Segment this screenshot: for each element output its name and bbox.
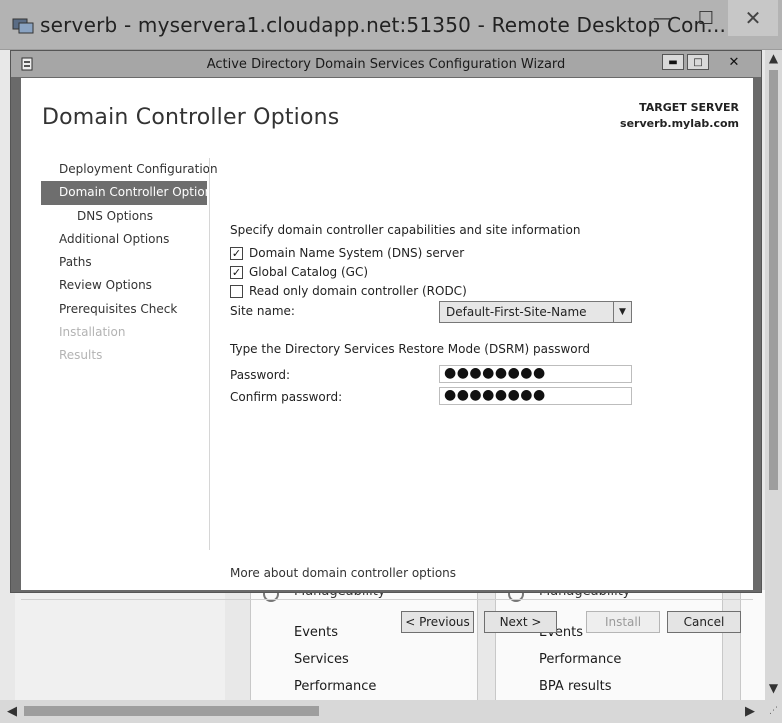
global-catalog-checkbox[interactable]: ✓: [230, 265, 243, 279]
horizontal-scroll-thumb[interactable]: [24, 706, 319, 716]
password-input[interactable]: ●●●●●●●●: [439, 365, 632, 383]
nav-item-dns-options[interactable]: DNS Options: [41, 205, 211, 228]
panel-link-performance[interactable]: Performance: [539, 652, 621, 667]
rodc-label: Read only domain controller (RODC): [249, 284, 467, 298]
vertical-scrollbar[interactable]: ▲ ▼: [765, 50, 782, 700]
dropdown-arrow-icon[interactable]: ▼: [613, 302, 631, 322]
rdp-close-button[interactable]: ✕: [728, 0, 778, 36]
wizard-minimize-button[interactable]: ▬: [662, 54, 684, 70]
nav-item-results: Results: [59, 348, 103, 363]
resize-grip-icon[interactable]: ⋰: [765, 700, 782, 723]
rodc-checkbox[interactable]: [230, 284, 243, 298]
nav-item-paths[interactable]: Paths: [41, 251, 211, 274]
dns-server-checkbox[interactable]: ✓: [230, 246, 243, 260]
scroll-left-icon[interactable]: ◀: [2, 700, 22, 723]
dns-server-option[interactable]: ✓ Domain Name System (DNS) server: [230, 246, 464, 260]
dsrm-password-heading: Type the Directory Services Restore Mode…: [230, 342, 590, 356]
wizard-title: Active Directory Domain Services Configu…: [206, 57, 566, 72]
background-left-column: [15, 590, 225, 700]
panel-link-events[interactable]: Events: [294, 625, 338, 640]
wizard-body: Domain Controller Options TARGET SERVER …: [21, 78, 753, 633]
scroll-right-icon[interactable]: ▶: [740, 700, 760, 723]
vertical-scroll-thumb[interactable]: [769, 70, 778, 490]
scroll-up-icon[interactable]: ▲: [765, 50, 782, 67]
next-button[interactable]: Next >: [484, 611, 557, 633]
nav-item-prerequisites-check[interactable]: Prerequisites Check: [41, 298, 211, 321]
ad-ds-wizard-window: Active Directory Domain Services Configu…: [10, 50, 762, 633]
previous-button[interactable]: < Previous: [401, 611, 474, 633]
confirm-password-input[interactable]: ●●●●●●●●: [439, 387, 632, 405]
panel-link-services[interactable]: Services: [294, 652, 349, 667]
footer-divider: [21, 599, 753, 600]
global-catalog-label: Global Catalog (GC): [249, 265, 369, 279]
background-panel-1: Manageability Events Services Performanc…: [250, 584, 478, 700]
scroll-down-icon[interactable]: ▼: [765, 680, 782, 697]
wizard-nav: Deployment Configuration Domain Controll…: [41, 158, 219, 368]
more-info-link[interactable]: More about domain controller options: [230, 566, 456, 580]
wizard-titlebar: Active Directory Domain Services Configu…: [11, 51, 761, 77]
panel-link-bpa-results[interactable]: BPA results: [539, 679, 612, 694]
rdp-window-title: serverb - myservera1.cloudapp.net:51350 …: [40, 13, 727, 37]
nav-item-installation: Installation: [59, 325, 126, 340]
horizontal-scrollbar[interactable]: ◀ ▶: [0, 700, 782, 723]
global-catalog-option[interactable]: ✓ Global Catalog (GC): [230, 265, 368, 279]
background-panel-2: Manageability Events Performance BPA res…: [495, 584, 723, 700]
section-intro: Specify domain controller capabilities a…: [230, 223, 581, 237]
nav-divider: [209, 158, 210, 550]
password-label: Password:: [230, 368, 291, 382]
nav-item-domain-controller-options[interactable]: Domain Controller Options: [41, 181, 219, 205]
dns-server-label: Domain Name System (DNS) server: [249, 246, 465, 260]
rdp-titlebar: serverb - myservera1.cloudapp.net:51350 …: [0, 0, 782, 50]
rodc-option[interactable]: Read only domain controller (RODC): [230, 284, 467, 298]
nav-item-deployment-configuration[interactable]: Deployment Configuration: [41, 158, 218, 181]
nav-item-review-options[interactable]: Review Options: [41, 274, 211, 297]
site-name-dropdown[interactable]: Default-First-Site-Name ▼: [439, 301, 632, 323]
close-icon: ✕: [744, 6, 762, 30]
site-name-value: Default-First-Site-Name: [446, 305, 587, 319]
cancel-button[interactable]: Cancel: [667, 611, 741, 633]
rdp-maximize-button[interactable]: ☐: [684, 0, 728, 36]
wizard-maximize-button[interactable]: □: [687, 54, 709, 70]
remote-desktop-area: Manageability Events Services Performanc…: [0, 50, 765, 700]
confirm-password-label: Confirm password:: [230, 390, 343, 404]
background-panel-3: [740, 590, 765, 700]
panel-link-performance[interactable]: Performance: [294, 679, 376, 694]
site-name-label: Site name:: [230, 304, 295, 318]
wizard-content: Specify domain controller capabilities a…: [230, 78, 730, 588]
nav-item-additional-options[interactable]: Additional Options: [41, 228, 211, 251]
wizard-close-button[interactable]: ✕: [716, 54, 752, 70]
install-button: Install: [586, 611, 660, 633]
remote-desktop-icon: [12, 18, 34, 34]
rdp-minimize-button[interactable]: —: [640, 0, 684, 36]
